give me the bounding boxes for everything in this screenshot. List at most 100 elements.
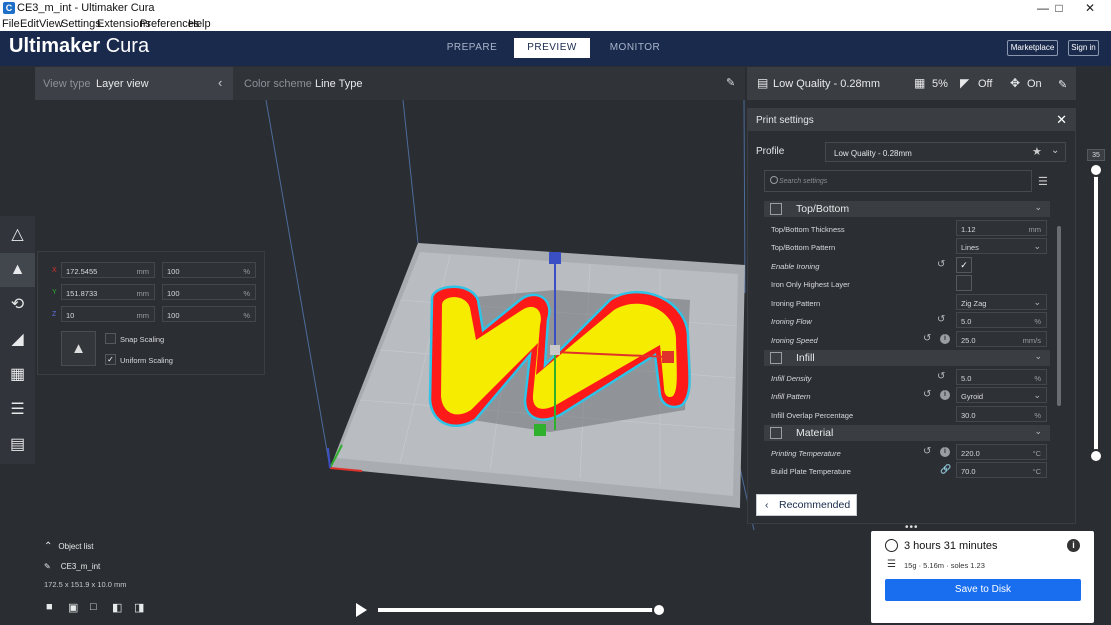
settings-scrollbar[interactable] — [1057, 226, 1061, 406]
recommended-button[interactable]: ‹ Recommended — [756, 494, 857, 516]
build-volume-edge — [402, 99, 419, 244]
settings-menu-icon[interactable]: ☰ — [1038, 175, 1048, 188]
search-icon — [770, 176, 778, 184]
menu-file[interactable]: File — [2, 17, 20, 31]
chevron-left-icon[interactable]: ‹ — [218, 75, 222, 90]
pencil-icon[interactable]: ✎ — [44, 562, 51, 571]
tab-preview[interactable]: PREVIEW — [514, 38, 590, 58]
infill-pattern-select[interactable]: Gyroid ⌄ — [956, 387, 1047, 403]
top-bottom-thickness-field[interactable]: 1.12 mm — [956, 220, 1047, 236]
print-output-panel: 3 hours 31 minutes i ☰ 15g · 5.16m · sol… — [871, 531, 1094, 623]
close-window-icon[interactable]: ✕ — [1075, 0, 1105, 17]
info-icon[interactable]: i — [1067, 539, 1080, 552]
3d-view-icon[interactable]: ■ — [46, 601, 60, 615]
z-axis-label: Z — [52, 311, 57, 318]
scale-x-percent-field[interactable]: 100% — [162, 262, 256, 278]
tree-support-icon[interactable]: ▤ — [0, 428, 35, 462]
mirror-tool-icon[interactable]: ◢ — [0, 323, 35, 357]
tab-prepare[interactable]: PREPARE — [440, 38, 504, 58]
path-slider-handle[interactable] — [652, 603, 666, 617]
layer-slider-top-handle[interactable] — [1089, 163, 1103, 177]
build-plate-temperature-field[interactable]: 70.0 °C — [956, 462, 1047, 478]
info-icon[interactable]: i — [940, 334, 950, 344]
link-icon[interactable]: 🔗 — [940, 464, 951, 475]
layers-icon: ▤ — [757, 76, 769, 90]
setting-top-bottom-thickness: Top/Bottom Thickness 1.12 mm — [764, 220, 1050, 238]
menu-help[interactable]: Help — [188, 17, 211, 31]
setting-top-bottom-pattern: Top/Bottom Pattern Lines ⌄ — [764, 238, 1050, 256]
x-handle — [662, 351, 674, 363]
scale-tool-icon[interactable]: ▲ — [0, 253, 35, 287]
infill-summary: 5% — [932, 78, 948, 90]
top-view-icon[interactable]: □ — [90, 601, 104, 615]
uniform-scaling-checkbox[interactable]: ✓ — [105, 354, 116, 365]
iron-only-highest-checkbox[interactable] — [956, 275, 972, 291]
ironing-flow-field[interactable]: 5.0% — [956, 312, 1047, 328]
infill-icon — [770, 352, 782, 364]
menu-view[interactable]: View — [39, 17, 63, 31]
printing-temperature-field[interactable]: 220.0 °C — [956, 444, 1047, 460]
print-setup-summary[interactable]: ▤ Low Quality - 0.28mm ▦ 5% ◤ Off ✥ On ✎ — [747, 67, 1076, 100]
right-view-icon[interactable]: ◨ — [134, 601, 148, 615]
enable-ironing-checkbox[interactable]: ✓ — [956, 257, 972, 273]
settings-list[interactable]: Top/Bottom ⌄ Top/Bottom Thickness 1.12 mm… — [764, 201, 1050, 486]
move-tool-icon[interactable]: △ — [0, 218, 35, 252]
support-blocker-icon[interactable]: ☰ — [0, 393, 35, 427]
save-to-disk-button[interactable]: Save to Disk — [885, 579, 1081, 601]
scale-y-percent-field[interactable]: 100% — [162, 284, 256, 300]
reset-icon[interactable]: ↺ — [923, 446, 931, 457]
marketplace-button[interactable]: Marketplace — [1007, 40, 1058, 56]
build-volume-edge — [743, 99, 746, 294]
color-scheme-value[interactable]: Line Type — [315, 78, 363, 90]
chevron-down-icon: ⌄ — [1034, 351, 1042, 361]
search-input[interactable]: Search settings — [764, 170, 1032, 192]
category-material[interactable]: Material ⌄ — [764, 425, 1050, 441]
category-top-bottom[interactable]: Top/Bottom ⌄ — [764, 201, 1050, 217]
maximize-icon[interactable]: □ — [1044, 0, 1074, 17]
reset-icon[interactable]: ↺ — [937, 314, 945, 325]
info-icon[interactable]: i — [940, 390, 950, 400]
rotate-tool-icon[interactable]: ⟲ — [0, 288, 35, 322]
menu-edit[interactable]: Edit — [20, 17, 39, 31]
scale-z-percent-field[interactable]: 100% — [162, 306, 256, 322]
pencil-icon[interactable]: ✎ — [726, 76, 735, 89]
reset-icon[interactable]: ↺ — [937, 259, 945, 270]
ironing-speed-field[interactable]: 25.0 mm/s — [956, 331, 1047, 347]
layer-slider-track[interactable] — [1094, 168, 1098, 458]
close-icon[interactable]: ✕ — [1056, 112, 1067, 128]
category-infill[interactable]: Infill ⌄ — [764, 350, 1050, 366]
print-settings-panel: Print settings ✕ Profile Low Quality - 0… — [747, 108, 1076, 524]
current-layer-badge[interactable]: 35 — [1087, 149, 1105, 161]
per-model-settings-icon[interactable]: ▦ — [0, 358, 35, 392]
infill-overlap-field[interactable]: 30.0% — [956, 406, 1047, 422]
tab-monitor[interactable]: MONITOR — [601, 38, 669, 58]
infill-density-field[interactable]: 5.0% — [956, 369, 1047, 385]
reset-scale-button[interactable]: ▲ — [61, 331, 96, 366]
play-icon[interactable] — [356, 603, 367, 617]
setting-infill-pattern: Infill Pattern ↺ i Gyroid ⌄ — [764, 387, 1050, 405]
info-icon[interactable]: i — [940, 447, 950, 457]
setting-ironing-pattern: Ironing Pattern Zig Zag ⌄ — [764, 294, 1050, 312]
snap-scaling-checkbox[interactable] — [105, 333, 116, 344]
reset-icon[interactable]: ↺ — [923, 389, 931, 400]
scale-y-mm-field[interactable]: 151.8733 mm — [61, 284, 155, 300]
build-volume-edge — [265, 99, 331, 469]
object-list-toggle[interactable]: ⌃ Object list — [44, 541, 94, 552]
layer-slider-bottom-handle[interactable] — [1089, 449, 1103, 463]
scale-x-mm-field[interactable]: 172.5455 mm — [61, 262, 155, 278]
path-slider-track[interactable] — [378, 608, 660, 612]
menu-settings[interactable]: Settings — [61, 17, 101, 31]
chevron-down-icon: ⌄ — [1051, 145, 1060, 156]
star-icon[interactable]: ★ — [1032, 145, 1042, 158]
sign-in-button[interactable]: Sign in — [1068, 40, 1099, 56]
pencil-icon[interactable]: ✎ — [1058, 78, 1067, 91]
front-view-icon[interactable]: ▣ — [68, 601, 82, 615]
top-bottom-pattern-select[interactable]: Lines ⌄ — [956, 238, 1047, 254]
left-view-icon[interactable]: ◧ — [112, 601, 126, 615]
reset-icon[interactable]: ↺ — [923, 333, 931, 344]
profile-dropdown[interactable]: Low Quality - 0.28mm ★ ⌄ — [825, 142, 1066, 162]
ironing-pattern-select[interactable]: Zig Zag ⌄ — [956, 294, 1047, 310]
reset-icon[interactable]: ↺ — [937, 371, 945, 382]
scale-z-mm-field[interactable]: 10 mm — [61, 306, 155, 322]
view-type-value[interactable]: Layer view — [96, 78, 149, 90]
